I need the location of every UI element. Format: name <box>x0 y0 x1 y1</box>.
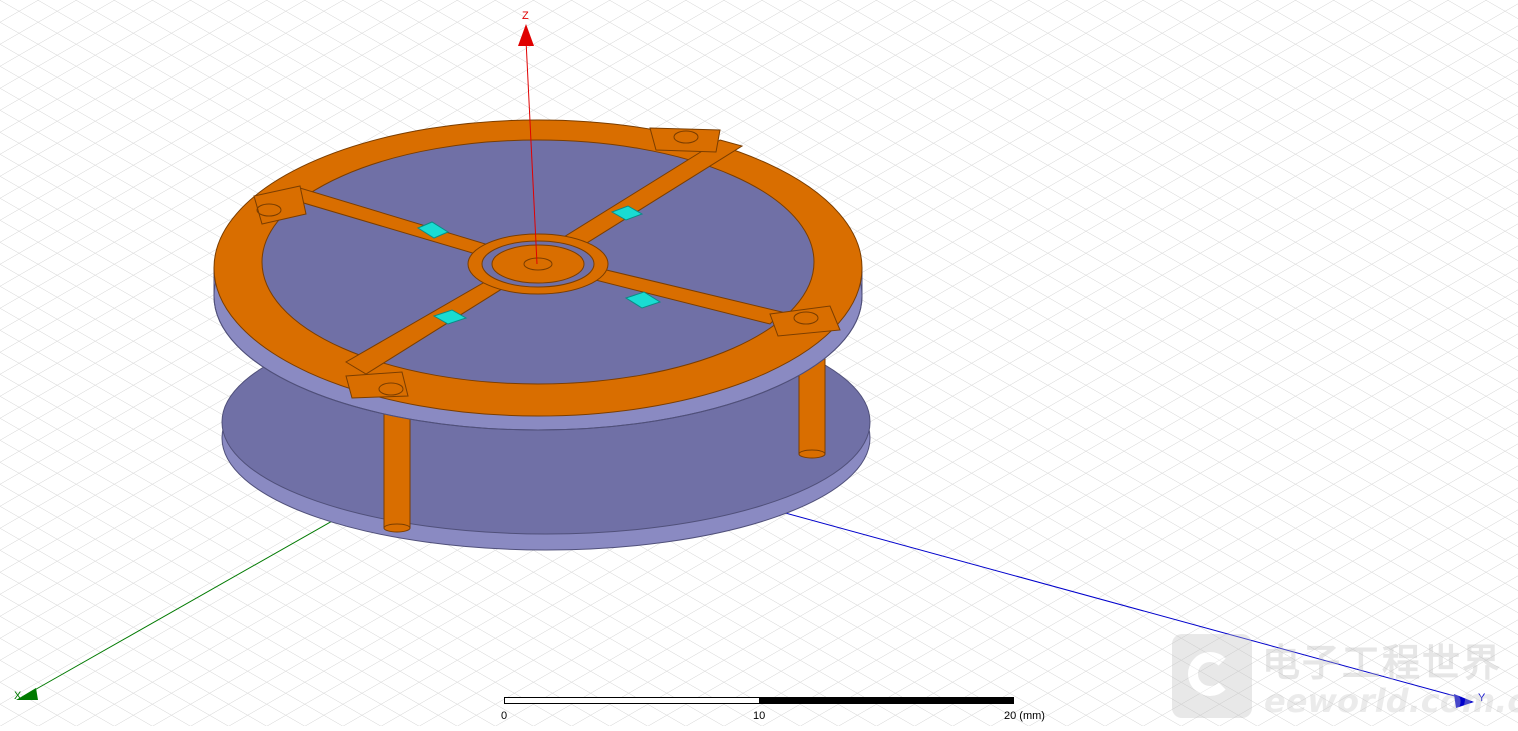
scale-bar-black-segment <box>759 697 1014 704</box>
scene-canvas[interactable] <box>0 0 1518 726</box>
watermark: 电子工程世界 eeworld.com.cn <box>1170 632 1518 722</box>
z-axis-label: Z <box>522 10 529 22</box>
scale-tick-0: 0 <box>501 710 508 722</box>
scale-bar: 0 10 20 (mm) <box>501 697 1045 726</box>
x-axis-label: X <box>14 690 22 702</box>
watermark-cn-text: 电子工程世界 <box>1262 641 1503 685</box>
scale-tick-10: 10 <box>753 710 766 722</box>
scale-tick-20: 20 (mm) <box>1004 710 1045 722</box>
center-feed-hub <box>467 233 609 295</box>
watermark-en-text: eeworld.com.cn <box>1264 682 1518 720</box>
watermark-logo-icon <box>1172 634 1252 718</box>
scale-bar-white-segment <box>504 697 760 704</box>
3d-modeler-viewport[interactable]: Z Y X 0 10 20 (mm) 电子工程世界 eeworld.com.cn <box>0 0 1518 726</box>
